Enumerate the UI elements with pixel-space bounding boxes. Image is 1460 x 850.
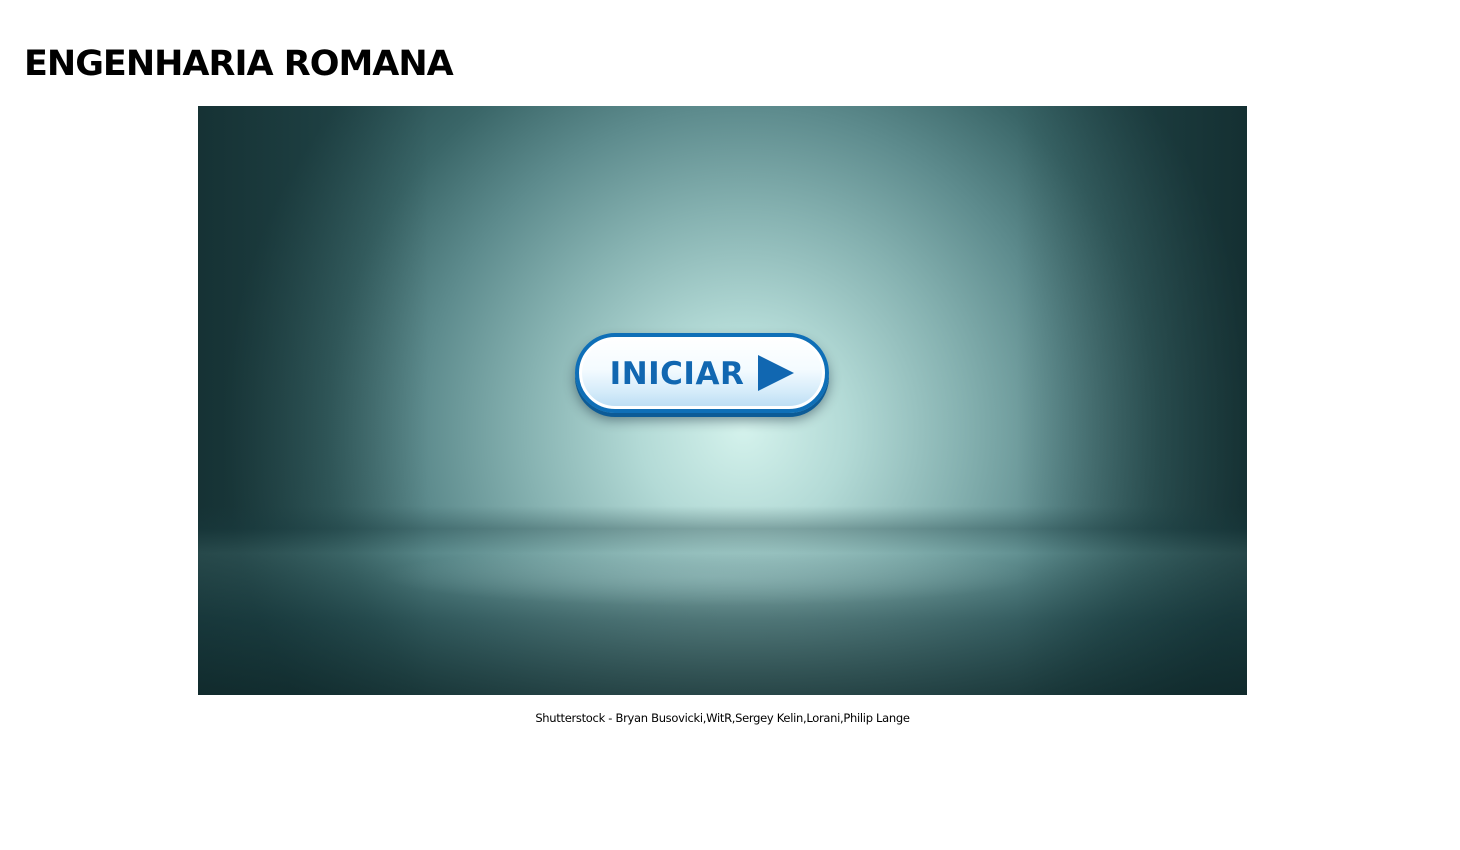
start-button[interactable]: INICIAR [575, 333, 829, 413]
intro-stage: INICIAR [198, 106, 1247, 695]
floor-glow [378, 546, 1038, 606]
start-button-label: INICIAR [609, 355, 745, 392]
play-icon [758, 355, 795, 391]
page-title: ENGENHARIA ROMANA [24, 44, 454, 84]
image-credit: Shutterstock - Bryan Busovicki,WitR,Serg… [535, 711, 910, 725]
